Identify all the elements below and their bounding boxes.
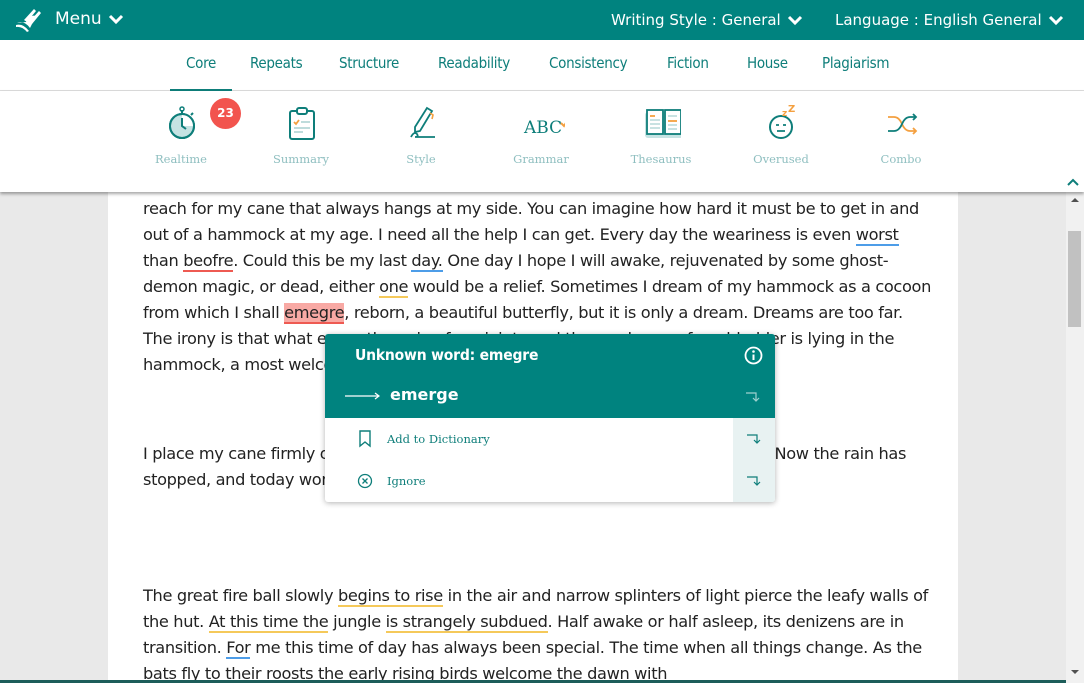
popup-header: Unknown word: emegre emerge (325, 334, 775, 418)
style-issue[interactable]: For (226, 638, 251, 659)
tool-summary[interactable]: Summary (251, 91, 351, 191)
readability-issue[interactable]: begins to rise (337, 586, 443, 607)
shuffle-icon (888, 113, 918, 135)
readability-issue[interactable]: one (379, 277, 408, 298)
tab-structure[interactable]: Structure (339, 54, 399, 72)
open-book-icon (645, 109, 681, 138)
tool-label: Grammar (513, 152, 569, 166)
scroll-up-arrow-icon[interactable] (1071, 198, 1079, 202)
spelling-issue[interactable]: beofre (183, 251, 234, 272)
style-issue[interactable]: worst (855, 225, 899, 246)
arrow-right-icon (345, 392, 380, 400)
tool-label: Realtime (154, 152, 207, 166)
language-label: Language : English General (835, 11, 1042, 29)
svg-text:ABC: ABC (523, 118, 562, 138)
chevron-up-icon[interactable] (1066, 177, 1080, 187)
suggestion-word: emerge (390, 385, 459, 404)
realtime-count-badge: 23 (210, 98, 241, 129)
tab-repeats[interactable]: Repeats (250, 54, 303, 72)
style-issue[interactable]: day. (411, 251, 443, 272)
language-dropdown[interactable]: Language : English General (835, 11, 1064, 29)
report-tabs: Core Repeats Structure Readability Consi… (0, 40, 1084, 92)
apply-arrow-icon (747, 476, 761, 486)
selected-spelling-issue[interactable]: emegre (284, 303, 345, 324)
add-to-dictionary-button[interactable]: Add to Dictionary (325, 418, 775, 460)
ignore-button[interactable]: Ignore (325, 460, 775, 502)
tab-fiction[interactable]: Fiction (667, 54, 709, 72)
bookmark-icon (359, 430, 371, 448)
vertical-scrollbar[interactable] (1066, 191, 1084, 683)
info-icon[interactable] (744, 346, 763, 365)
tools-bar: Realtime Summary Style ABC Grammar Thesa… (0, 91, 1084, 192)
chevron-down-icon (1048, 15, 1063, 26)
menu-label: Menu (55, 9, 102, 29)
tab-plagiarism[interactable]: Plagiarism (822, 54, 890, 72)
suggestion-emerge[interactable]: emerge (325, 378, 775, 414)
sleepy-face-icon: z Z (769, 105, 795, 139)
svg-text:z: z (782, 109, 787, 119)
apply-arrow-icon (747, 434, 761, 444)
stopwatch-icon (169, 106, 195, 139)
svg-text:Z: Z (788, 105, 795, 115)
apply-arrow-icon (746, 392, 760, 402)
tab-core[interactable]: Core (169, 54, 233, 92)
top-bar: Menu Writing Style : General Language : … (0, 0, 1084, 40)
pen-book-logo-icon[interactable] (14, 8, 44, 32)
readability-issue[interactable]: At this time the (208, 612, 329, 633)
abc-check-icon: ABC (523, 118, 565, 138)
tool-label: Summary (273, 152, 329, 166)
tool-label: Combo (880, 152, 922, 166)
tool-style[interactable]: Style (371, 91, 471, 191)
tool-grammar[interactable]: ABC Grammar (491, 91, 591, 191)
paragraph: The great fire ball slowly begins to ris… (143, 586, 929, 683)
scroll-down-arrow-icon[interactable] (1071, 670, 1079, 674)
spelling-suggestion-popup: Unknown word: emegre emerge Add to Dicti… (325, 334, 775, 502)
tool-overused[interactable]: z Z Overused (731, 91, 831, 191)
chevron-down-icon (787, 15, 802, 26)
tool-thesaurus[interactable]: Thesaurus (611, 91, 711, 191)
tab-readability[interactable]: Readability (438, 54, 510, 72)
tool-label: Thesaurus (630, 152, 692, 166)
readability-issue[interactable]: is strangely subdued (385, 612, 548, 633)
add-to-dictionary-label: Add to Dictionary (387, 432, 490, 446)
writing-style-label: Writing Style : General (611, 11, 781, 29)
tab-consistency[interactable]: Consistency (549, 54, 628, 72)
tool-label: Style (406, 152, 436, 166)
popup-title: Unknown word: emegre (355, 346, 539, 364)
menu-button[interactable]: Menu (55, 9, 124, 29)
pencil-icon (410, 106, 435, 138)
ignore-label: Ignore (387, 474, 426, 488)
scrollbar-thumb[interactable] (1068, 231, 1081, 327)
clipboard-icon (289, 107, 315, 140)
writing-style-dropdown[interactable]: Writing Style : General (611, 11, 803, 29)
tool-label: Overused (753, 152, 809, 166)
tab-house[interactable]: House (747, 54, 788, 72)
tool-combo[interactable]: Combo (851, 91, 951, 191)
chevron-down-icon (108, 14, 123, 25)
circle-x-icon (357, 473, 373, 489)
